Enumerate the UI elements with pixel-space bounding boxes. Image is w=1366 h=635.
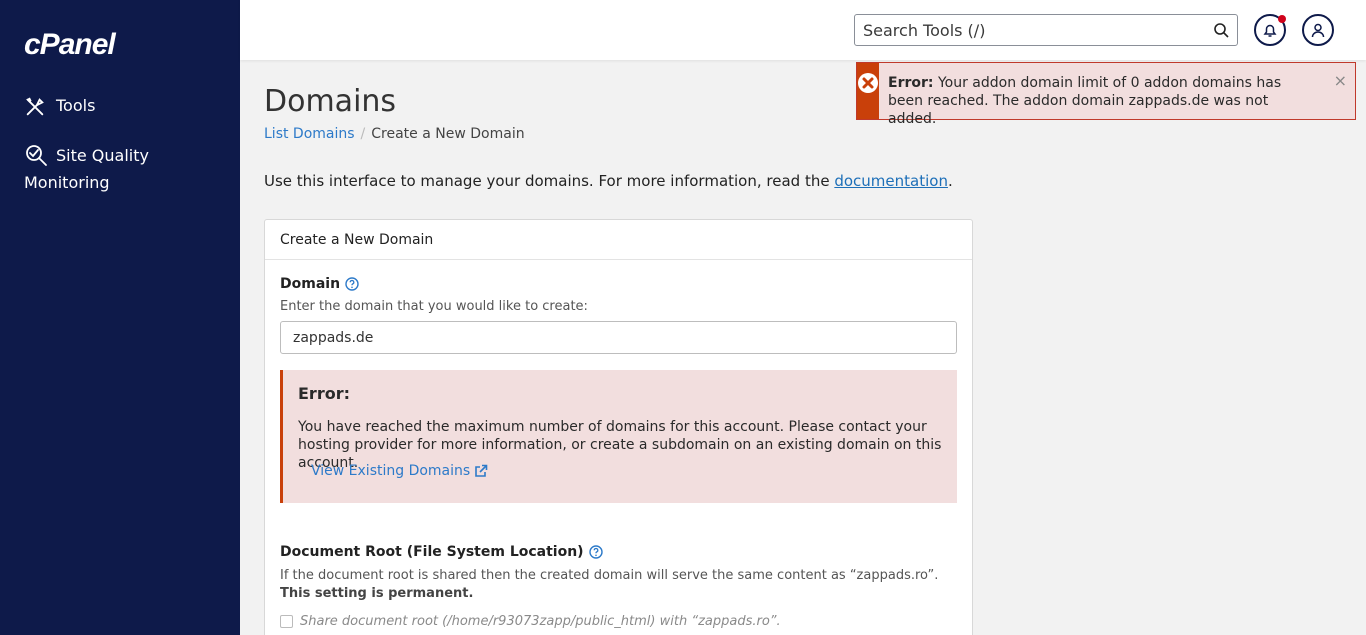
share-docroot-option[interactable]: Share document root (/home/r93073zapp/pu… xyxy=(280,614,781,629)
page-title: Domains xyxy=(264,84,397,119)
domain-label: Domain xyxy=(280,276,341,292)
sidebar: cPanel Tools Site Quality Monitoring xyxy=(0,0,240,635)
error-title: Error: xyxy=(298,384,350,403)
view-existing-domains-link[interactable]: View Existing Domains xyxy=(311,463,488,479)
cpanel-logo[interactable]: cPanel xyxy=(24,28,116,62)
notifications-button[interactable] xyxy=(1254,14,1286,46)
sidebar-item-site-quality-monitoring[interactable]: Site Quality xyxy=(24,141,224,171)
intro-end: . xyxy=(947,172,953,190)
breadcrumb-list-domains-link[interactable]: List Domains xyxy=(264,126,355,142)
view-existing-domains-label: View Existing Domains xyxy=(311,463,471,479)
external-link-icon xyxy=(474,464,488,478)
error-circle-icon xyxy=(857,72,879,119)
sidebar-item-label: Site Quality xyxy=(56,146,149,165)
docroot-label-row: Document Root (File System Location) xyxy=(280,544,603,560)
docroot-label: Document Root (File System Location) xyxy=(280,544,584,560)
domain-hint: Enter the domain that you would like to … xyxy=(280,299,588,314)
toast-title: Error: xyxy=(888,75,934,91)
intro-body: Use this interface to manage your domain… xyxy=(264,172,835,190)
domain-label-row: Domain xyxy=(280,276,359,292)
toast-message: Error: Your addon domain limit of 0 addo… xyxy=(879,63,1355,127)
breadcrumb: List Domains / Create a New Domain xyxy=(264,126,525,142)
notification-dot xyxy=(1278,15,1286,23)
domain-error-alert: Error: You have reached the maximum numb… xyxy=(280,370,957,503)
help-icon[interactable] xyxy=(588,545,603,559)
documentation-link[interactable]: documentation xyxy=(834,172,948,190)
share-docroot-checkbox[interactable] xyxy=(280,615,293,628)
site-quality-icon xyxy=(24,143,48,167)
search-input[interactable] xyxy=(855,15,1195,45)
toast-close-button[interactable]: × xyxy=(1334,71,1347,90)
docroot-desc-bold: This setting is permanent. xyxy=(280,586,474,601)
tools-icon xyxy=(24,96,48,120)
docroot-desc-text: If the document root is shared then the … xyxy=(280,568,939,583)
search-box[interactable] xyxy=(854,14,1238,46)
sidebar-item-tools[interactable]: Tools xyxy=(24,96,95,120)
top-bar xyxy=(240,0,1366,60)
sidebar-item-label: Tools xyxy=(56,96,96,115)
intro-text: Use this interface to manage your domain… xyxy=(264,172,953,190)
breadcrumb-separator: / xyxy=(360,126,366,142)
toast-text: Your addon domain limit of 0 addon domai… xyxy=(888,75,1282,127)
search-icon[interactable] xyxy=(1213,22,1229,38)
error-toast: Error: Your addon domain limit of 0 addo… xyxy=(856,62,1356,127)
create-domain-panel: Create a New Domain Domain Enter the dom… xyxy=(264,219,973,635)
panel-title: Create a New Domain xyxy=(265,220,972,260)
user-icon xyxy=(1310,22,1326,38)
breadcrumb-current: Create a New Domain xyxy=(371,126,525,142)
share-docroot-label: Share document root (/home/r93073zapp/pu… xyxy=(300,614,781,629)
bell-icon xyxy=(1262,22,1278,38)
docroot-description: If the document root is shared then the … xyxy=(280,567,940,603)
user-menu-button[interactable] xyxy=(1302,14,1334,46)
domain-input[interactable] xyxy=(280,321,957,354)
toast-stripe xyxy=(857,63,879,119)
sidebar-item-label-continued[interactable]: Monitoring xyxy=(24,171,110,195)
help-icon[interactable] xyxy=(345,277,359,291)
